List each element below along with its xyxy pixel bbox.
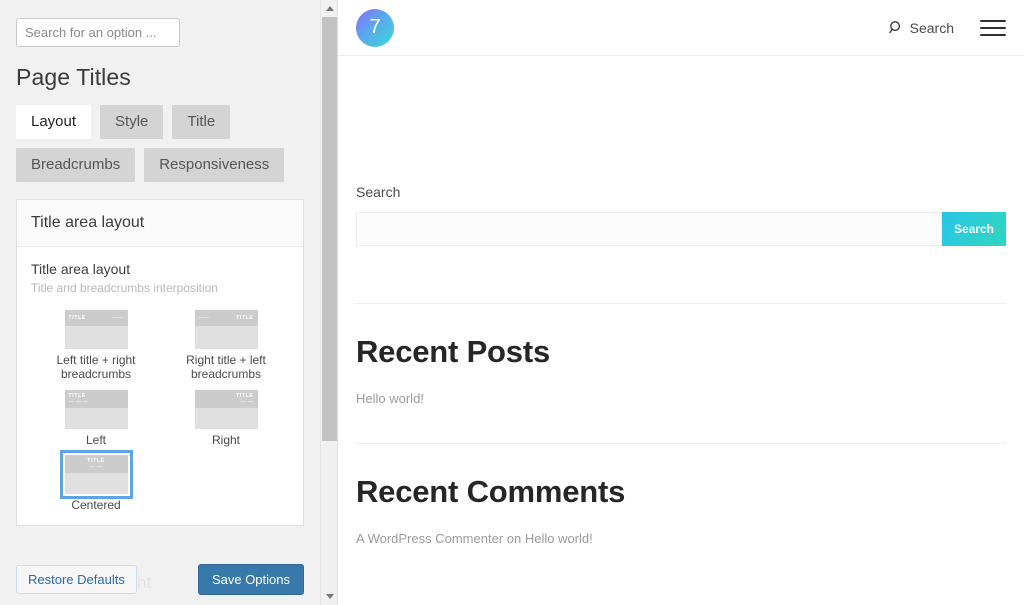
scroll-down-arrow-icon[interactable] [321, 588, 337, 605]
thumbnail-titlebar: TITLE — — — [64, 389, 128, 408]
title-area-layout-card: Title area layout Title area layout Titl… [16, 199, 304, 527]
layout-choice-centered[interactable]: TITLE — — Centered [31, 450, 161, 513]
recent-post-link[interactable]: Hello world! [356, 391, 424, 406]
hamburger-icon[interactable] [980, 19, 1006, 36]
layout-choice-caption: Right [211, 432, 240, 447]
layout-choice-caption: Right title + left breadcrumbs [186, 353, 266, 381]
layout-thumbnail[interactable]: TITLE — — [194, 389, 258, 429]
app-root: Page Titles Layout Style Title Breadcrum… [0, 0, 1024, 605]
thumbnail-title-text: TITLE [236, 314, 254, 321]
widget-search: Search Search [356, 184, 1006, 246]
options-actions-bar: Restore Defaults Save Options [0, 564, 320, 595]
recent-comments-heading: Recent Comments [356, 474, 626, 509]
thumbnail-breadcrumb-text: —— [198, 314, 210, 321]
layout-choice-split-right[interactable]: —— TITLE Right title + left breadcrumbs [161, 310, 291, 382]
header-search-label: Search [909, 19, 954, 36]
scroll-up-arrow-icon[interactable] [321, 0, 337, 17]
recent-posts-heading: Recent Posts [356, 334, 550, 369]
tab-style[interactable]: Style [100, 105, 164, 139]
header-search-toggle[interactable]: Search [888, 19, 954, 36]
widget-recent-posts: Recent Posts Hello world! [356, 334, 1006, 408]
theme-options-panel: Page Titles Layout Style Title Breadcrum… [0, 0, 338, 605]
thumbnail-titlebar: TITLE —— [64, 310, 128, 327]
search-widget-title: Search [356, 184, 401, 200]
option-label: Title area layout [31, 261, 131, 277]
layout-thumbnail[interactable]: TITLE — — — [64, 389, 128, 429]
tab-responsiveness[interactable]: Responsiveness [144, 148, 285, 182]
layout-choice-right[interactable]: TITLE — — Right [161, 389, 291, 448]
restore-defaults-button[interactable]: Restore Defaults [16, 565, 137, 594]
thumbnail-breadcrumb-text: — — [89, 464, 103, 471]
widget-recent-comments: Recent Comments A WordPress Commenter on… [356, 474, 1006, 548]
layout-choice-caption: Left title + right breadcrumbs [56, 353, 136, 381]
site-header: 7 Search [338, 0, 1024, 56]
thumbnail-breadcrumb-text: — — — [68, 398, 89, 405]
thumbnail-title-text: TITLE [236, 392, 254, 399]
site-search-input[interactable] [356, 212, 942, 246]
tab-title[interactable]: Title [172, 105, 231, 139]
site-search-submit-button[interactable]: Search [942, 212, 1006, 246]
recent-comments-list: A WordPress Commenter on Hello world! [356, 530, 1006, 548]
layout-thumbnail[interactable]: —— TITLE [194, 310, 258, 350]
thumbnail-breadcrumb-text: — — [240, 398, 254, 405]
scrollbar-thumb[interactable] [322, 17, 337, 441]
thumbnail-title-text: TITLE [68, 392, 86, 399]
hamburger-bar [980, 19, 1006, 22]
page-title-heading: Page Titles [16, 64, 131, 90]
hamburger-bar [980, 26, 1006, 29]
options-tab-group: Layout Style Title Breadcrumbs Responsiv… [16, 105, 302, 182]
layout-choice-left[interactable]: TITLE — — — Left [31, 389, 161, 448]
thumbnail-breadcrumb-text: —— [112, 314, 124, 321]
layout-choice-grid: TITLE —— Left title + right breadcrumbs [31, 310, 289, 513]
layout-choice-caption: Centered [71, 498, 121, 513]
layout-choice-caption: Left [85, 432, 106, 447]
save-options-button[interactable]: Save Options [197, 564, 304, 595]
thumbnail-title-text: TITLE [68, 314, 86, 321]
site-preview: 7 Search Search Search Recent Posts Hell… [338, 0, 1024, 605]
option-card-body: Title area layout Title and breadcrumbs … [17, 247, 303, 526]
list-item: A WordPress Commenter on Hello world! [356, 530, 1006, 548]
option-search-container [0, 0, 320, 47]
recent-posts-list: Hello world! [356, 390, 1006, 408]
search-form: Search [356, 212, 1006, 246]
site-logo[interactable]: 7 [356, 8, 394, 47]
search-icon [888, 21, 900, 34]
option-description: Title and breadcrumbs interposition [31, 280, 218, 295]
option-card-header: Title area layout [17, 200, 303, 247]
recent-comment-text: A WordPress Commenter on Hello world! [356, 531, 593, 546]
layout-thumbnail-selected[interactable]: TITLE — — [59, 450, 133, 500]
thumbnail-titlebar: TITLE — — [64, 455, 128, 474]
tab-breadcrumbs[interactable]: Breadcrumbs [16, 148, 136, 182]
widget-divider [356, 443, 1006, 444]
widget-divider [356, 303, 1006, 304]
layout-thumbnail[interactable]: TITLE —— [64, 310, 128, 350]
search-option-input[interactable] [16, 18, 180, 47]
layout-choice-split-left[interactable]: TITLE —— Left title + right breadcrumbs [31, 310, 161, 382]
site-body: Search Search Recent Posts Hello world! … [338, 184, 1024, 548]
tab-layout[interactable]: Layout [16, 105, 92, 139]
thumbnail-titlebar: TITLE — — [194, 389, 258, 408]
options-panel-scrollbar[interactable] [320, 0, 337, 605]
list-item: Hello world! [356, 390, 1006, 408]
hamburger-bar [980, 33, 1006, 36]
theme-options-scroll-content: Page Titles Layout Style Title Breadcrum… [0, 0, 320, 605]
thumbnail-titlebar: —— TITLE [194, 310, 258, 327]
